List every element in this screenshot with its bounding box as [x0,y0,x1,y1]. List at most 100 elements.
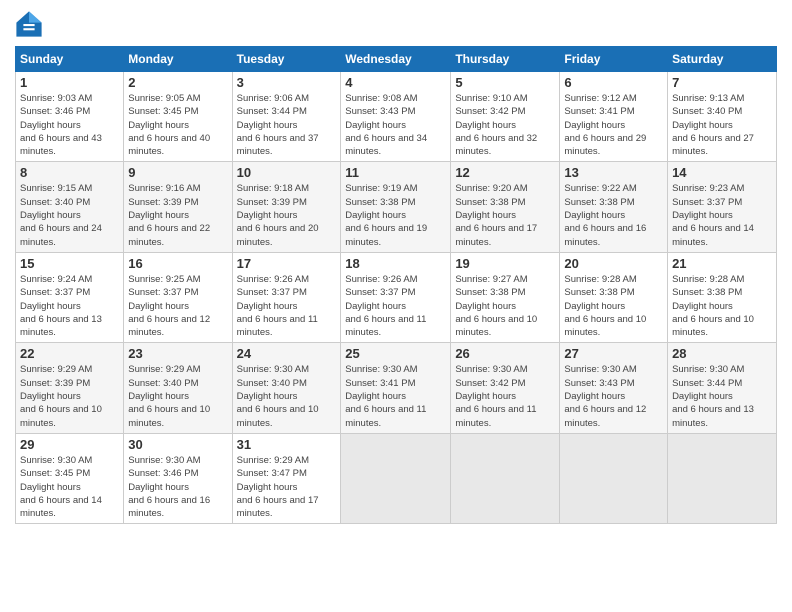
daylight-value: and 6 hours and 11 minutes. [455,404,536,428]
sunset: Sunset: 3:41 PM [345,378,415,389]
daylight-label: Daylight hours [345,391,406,402]
day-info: Sunrise: 9:26 AMSunset: 3:37 PMDaylight … [237,273,337,339]
daylight-label: Daylight hours [345,120,406,131]
sunset: Sunset: 3:37 PM [345,287,415,298]
header [15,10,777,38]
daylight-label: Daylight hours [455,301,516,312]
daylight-value: and 6 hours and 16 minutes. [128,495,210,519]
day-info: Sunrise: 9:30 AMSunset: 3:43 PMDaylight … [564,363,663,429]
day-number: 24 [237,346,337,361]
sunset: Sunset: 3:37 PM [672,197,742,208]
daylight-label: Daylight hours [455,120,516,131]
day-number: 14 [672,165,772,180]
sunrise: Sunrise: 9:26 AM [237,274,309,285]
daylight-label: Daylight hours [345,210,406,221]
day-number: 29 [20,437,119,452]
day-cell: 10Sunrise: 9:18 AMSunset: 3:39 PMDayligh… [232,162,341,252]
day-header-tuesday: Tuesday [232,47,341,72]
day-number: 25 [345,346,446,361]
day-info: Sunrise: 9:30 AMSunset: 3:45 PMDaylight … [20,454,119,520]
sunset: Sunset: 3:37 PM [128,287,198,298]
daylight-label: Daylight hours [455,391,516,402]
daylight-value: and 6 hours and 10 minutes. [128,404,210,428]
daylight-value: and 6 hours and 24 minutes. [20,223,102,247]
sunrise: Sunrise: 9:28 AM [564,274,636,285]
day-number: 11 [345,165,446,180]
day-number: 21 [672,256,772,271]
sunset: Sunset: 3:40 PM [128,378,198,389]
day-number: 8 [20,165,119,180]
daylight-value: and 6 hours and 10 minutes. [20,404,102,428]
day-cell [560,433,668,523]
day-header-saturday: Saturday [668,47,777,72]
daylight-value: and 6 hours and 43 minutes. [20,133,102,157]
day-info: Sunrise: 9:28 AMSunset: 3:38 PMDaylight … [672,273,772,339]
day-info: Sunrise: 9:29 AMSunset: 3:47 PMDaylight … [237,454,337,520]
sunset: Sunset: 3:40 PM [237,378,307,389]
daylight-label: Daylight hours [128,482,189,493]
sunrise: Sunrise: 9:26 AM [345,274,417,285]
daylight-value: and 6 hours and 10 minutes. [672,314,754,338]
day-info: Sunrise: 9:23 AMSunset: 3:37 PMDaylight … [672,182,772,248]
daylight-value: and 6 hours and 29 minutes. [564,133,646,157]
day-cell [668,433,777,523]
day-number: 31 [237,437,337,452]
day-cell: 29 Sunrise: 9:30 AMSunset: 3:45 PMDayligh… [16,433,124,523]
day-cell: 4Sunrise: 9:08 AMSunset: 3:43 PMDaylight… [341,72,451,162]
day-info: Sunrise: 9:15 AMSunset: 3:40 PMDaylight … [20,182,119,248]
day-number: 9 [128,165,227,180]
sunset: Sunset: 3:43 PM [564,378,634,389]
daylight-label: Daylight hours [237,301,298,312]
week-row-4: 22Sunrise: 9:29 AMSunset: 3:39 PMDayligh… [16,343,777,433]
day-cell [341,433,451,523]
daylight-label: Daylight hours [20,482,81,493]
sunrise: Sunrise: 9:30 AM [128,455,200,466]
daylight-label: Daylight hours [237,482,298,493]
daylight-value: and 6 hours and 19 minutes. [345,223,427,247]
day-cell: 6Sunrise: 9:12 AMSunset: 3:41 PMDaylight… [560,72,668,162]
daylight-value: and 6 hours and 10 minutes. [455,314,537,338]
week-row-5: 29Sunrise: 9:30 AMSunset: 3:45 PMDayligh… [16,433,777,523]
daylight-label: Daylight hours [564,210,625,221]
week-row-1: 1Sunrise: 9:03 AMSunset: 3:46 PMDaylight… [16,72,777,162]
sunrise: Sunrise: 9:30 AM [455,364,527,375]
daylight-label: Daylight hours [128,391,189,402]
sunrise: Sunrise: 9:13 AM [672,93,744,104]
sunrise: Sunrise: 9:16 AM [128,183,200,194]
daylight-value: and 6 hours and 13 minutes. [672,404,754,428]
day-cell: 20Sunrise: 9:28 AMSunset: 3:38 PMDayligh… [560,252,668,342]
daylight-value: and 6 hours and 17 minutes. [455,223,537,247]
day-info: Sunrise: 9:10 AMSunset: 3:42 PMDaylight … [455,92,555,158]
sunrise: Sunrise: 9:30 AM [564,364,636,375]
day-info: Sunrise: 9:25 AMSunset: 3:37 PMDaylight … [128,273,227,339]
day-cell: 12Sunrise: 9:20 AMSunset: 3:38 PMDayligh… [451,162,560,252]
sunrise: Sunrise: 9:24 AM [20,274,92,285]
day-info: Sunrise: 9:06 AMSunset: 3:44 PMDaylight … [237,92,337,158]
day-cell: 7Sunrise: 9:13 AMSunset: 3:40 PMDaylight… [668,72,777,162]
day-number: 18 [345,256,446,271]
daylight-label: Daylight hours [237,120,298,131]
sunset: Sunset: 3:40 PM [672,106,742,117]
day-info: Sunrise: 9:12 AMSunset: 3:41 PMDaylight … [564,92,663,158]
day-header-friday: Friday [560,47,668,72]
daylight-label: Daylight hours [20,210,81,221]
daylight-label: Daylight hours [672,120,733,131]
day-number: 10 [237,165,337,180]
sunset: Sunset: 3:45 PM [20,468,90,479]
daylight-value: and 6 hours and 32 minutes. [455,133,537,157]
day-info: Sunrise: 9:27 AMSunset: 3:38 PMDaylight … [455,273,555,339]
day-cell: 17Sunrise: 9:26 AMSunset: 3:37 PMDayligh… [232,252,341,342]
day-number: 19 [455,256,555,271]
sunrise: Sunrise: 9:18 AM [237,183,309,194]
day-info: Sunrise: 9:30 AMSunset: 3:42 PMDaylight … [455,363,555,429]
sunset: Sunset: 3:41 PM [564,106,634,117]
sunrise: Sunrise: 9:19 AM [345,183,417,194]
day-number: 16 [128,256,227,271]
week-row-2: 8 Sunrise: 9:15 AMSunset: 3:40 PMDaylight… [16,162,777,252]
daylight-label: Daylight hours [237,210,298,221]
day-cell: 14 Sunrise: 9:23 AMSunset: 3:37 PMDayligh… [668,162,777,252]
day-cell: 5Sunrise: 9:10 AMSunset: 3:42 PMDaylight… [451,72,560,162]
daylight-value: and 6 hours and 14 minutes. [672,223,754,247]
day-cell: 23Sunrise: 9:29 AMSunset: 3:40 PMDayligh… [124,343,232,433]
logo-icon [15,10,43,38]
